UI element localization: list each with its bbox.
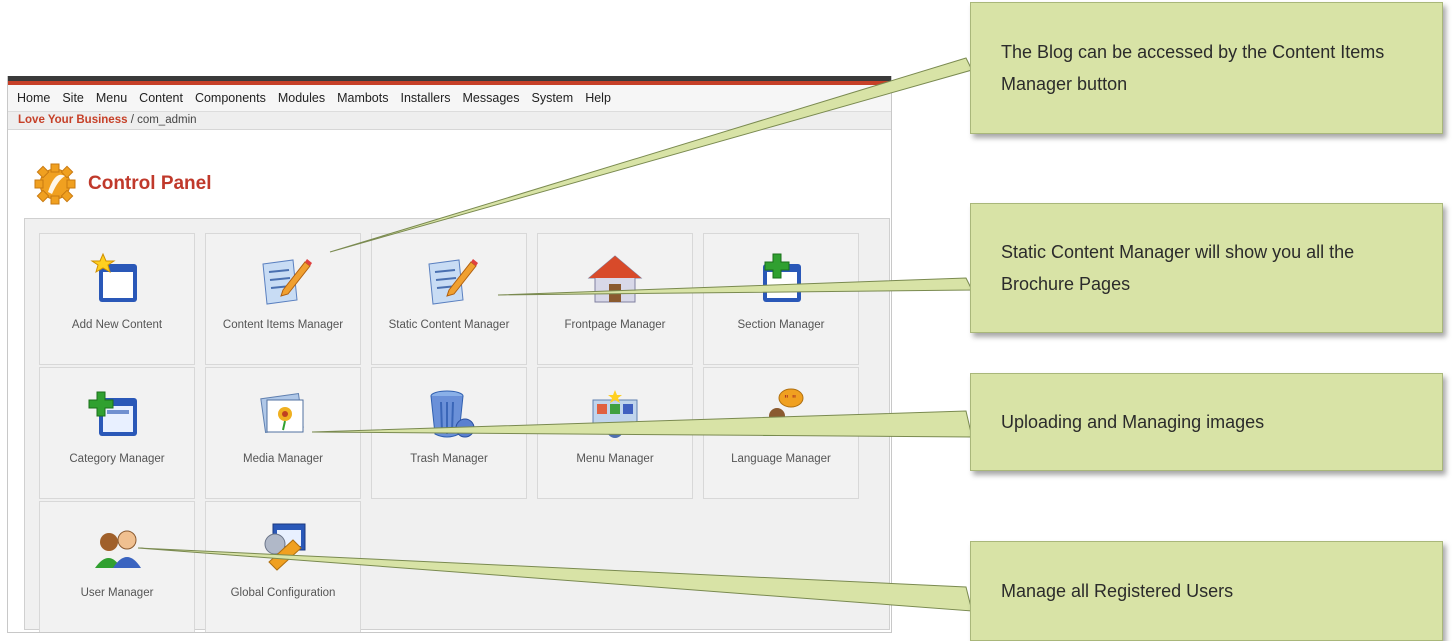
callout-static-content: Static Content Manager will show you all… <box>970 203 1443 333</box>
callout-media: Uploading and Managing images <box>970 373 1443 471</box>
callout-blog: The Blog can be accessed by the Content … <box>970 2 1443 134</box>
callout-text: Uploading and Managing images <box>1001 412 1265 432</box>
callout-text: Manage all Registered Users <box>1001 581 1234 601</box>
callout-users: Manage all Registered Users <box>970 541 1443 641</box>
callout-text: The Blog can be accessed by the Content … <box>1001 42 1385 94</box>
callout-text: Static Content Manager will show you all… <box>1001 242 1355 294</box>
